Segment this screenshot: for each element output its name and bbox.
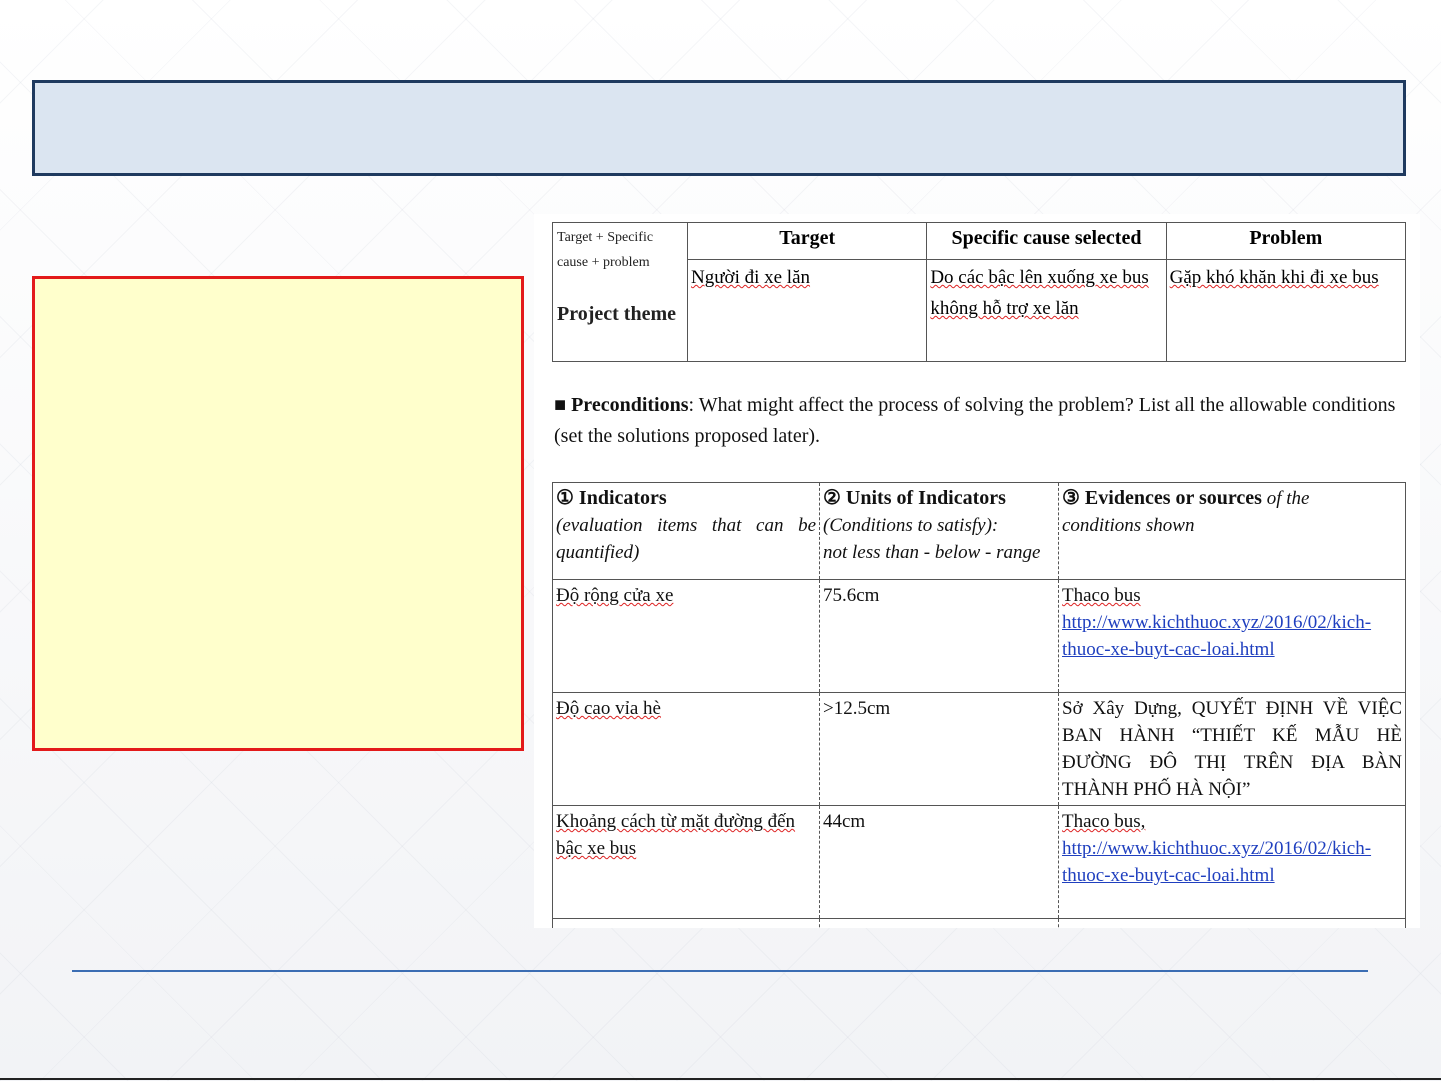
indicators-header: ① Indicators (evaluation items that can …	[552, 482, 820, 580]
table-row: Độ rộng cửa xe 75.6cm Thaco bus http://w…	[552, 579, 1406, 693]
bottom-border	[0, 1078, 1441, 1080]
source-link[interactable]: http://www.kichthuoc.xyz/2016/02/kich-th…	[1062, 835, 1402, 889]
unit-cell: >12.5cm	[819, 692, 1059, 806]
source-cell: Thaco bus, http://www.kichthuoc.xyz/2016…	[1058, 805, 1406, 919]
indicator-cell: Khoảng cách từ mặt đường đến bậc xe bus	[552, 805, 820, 919]
indicator-cell: Độ cao vỉa hè	[552, 692, 820, 806]
footer-divider	[72, 970, 1368, 972]
problem-header: Problem	[1165, 222, 1407, 260]
specific-cause-header: Specific cause selected	[926, 222, 1167, 260]
table-row	[552, 918, 1406, 928]
table-row: Khoảng cách từ mặt đường đến bậc xe bus …	[552, 805, 1406, 919]
indicator-cell: Độ rộng cửa xe	[552, 579, 820, 693]
specific-cause-value: Do các bậc lên xuống xe bus không hỗ trợ…	[926, 259, 1167, 362]
source-cell: Sở Xây Dựng, QUYẾT ĐỊNH VỀ VIỆC BAN HÀNH…	[1058, 692, 1406, 806]
evidences-header: ③ Evidences or sources of the conditions…	[1058, 482, 1406, 580]
problem-value: Gặp khó khăn khi đi xe bus	[1165, 259, 1407, 362]
preconditions-paragraph: ■ Preconditions: What might affect the p…	[554, 390, 1414, 452]
source-link[interactable]: http://www.kichthuoc.xyz/2016/02/kich-th…	[1062, 609, 1402, 663]
units-header: ② Units of Indicators (Conditions to sat…	[819, 482, 1059, 580]
source-cell: Thaco bus http://www.kichthuoc.xyz/2016/…	[1058, 579, 1406, 693]
conditions-table: ① Indicators (evaluation items that can …	[552, 482, 1406, 928]
preconditions-bullet: ■	[554, 394, 567, 416]
slide-title-bar	[32, 80, 1406, 176]
preconditions-label: Preconditions	[571, 394, 689, 416]
document-screenshot: Target + Specific cause + problem Projec…	[534, 214, 1420, 928]
table-row: Độ cao vỉa hè >12.5cm Sở Xây Dựng, QUYẾT…	[552, 692, 1406, 806]
unit-cell: 75.6cm	[819, 579, 1059, 693]
target-cause-problem-label: Target + Specific cause + problem	[557, 230, 654, 270]
highlight-note-box	[32, 276, 524, 751]
project-theme-table: Target + Specific cause + problem Projec…	[552, 222, 1407, 362]
unit-cell: 44cm	[819, 805, 1059, 919]
project-theme-label: Project theme	[557, 303, 677, 325]
project-theme-label-cell: Target + Specific cause + problem Projec…	[552, 222, 688, 362]
target-value: Người đi xe lăn	[686, 259, 928, 362]
target-header: Target	[686, 222, 928, 260]
